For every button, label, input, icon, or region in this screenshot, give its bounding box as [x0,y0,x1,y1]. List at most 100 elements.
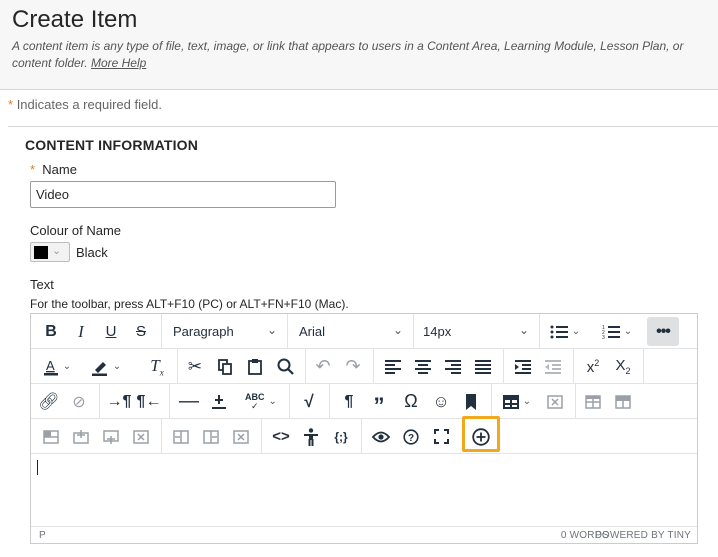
paste-button[interactable] [241,352,269,381]
subscript-icon: X2 [615,357,631,376]
copy-icon [218,358,232,375]
insert-row-before-button[interactable] [67,422,95,451]
svg-text:3: 3 [602,335,605,340]
underline-button[interactable]: U [97,317,125,346]
indent-icon [515,359,531,374]
toolbar-separator [573,349,574,384]
delete-col-button[interactable] [227,422,255,451]
indent-button[interactable] [509,352,537,381]
help-button[interactable]: ? [397,422,425,451]
scissors-icon: ✂ [187,356,203,376]
font-size-dropdown[interactable]: 14px ⌄ [417,317,535,346]
fullscreen-icon [433,429,449,444]
emoticons-button[interactable]: ☺ [427,387,455,416]
ellipsis-icon: ••• [656,322,671,340]
redo-button[interactable]: ↷ [339,352,367,381]
table-row-props-button[interactable] [37,422,65,451]
name-label-row: * Name [30,162,77,177]
table-button[interactable]: ⌄ [497,387,537,416]
table-props-button[interactable] [579,387,607,416]
page-header: Create Item A content item is any type o… [0,0,718,90]
table-grid-icon [585,394,601,409]
section-title: CONTENT INFORMATION [25,137,199,153]
insert-template-button[interactable]: {;} [327,422,355,451]
undo-icon: ↶ [315,356,331,376]
toolbar-separator [99,384,100,419]
element-path[interactable]: P [39,530,46,541]
superscript-button[interactable]: x2 [579,352,607,381]
omega-icon: Ω [404,391,418,411]
remove-link-button[interactable]: ⊘ [65,387,93,416]
required-field-note: * Indicates a required field. [8,97,162,112]
insert-col-after-button[interactable] [197,422,225,451]
insert-col-before-button[interactable] [167,422,195,451]
clear-formatting-icon: Tx [150,355,164,378]
insert-anchor-button[interactable] [205,387,233,416]
delete-row-button[interactable] [127,422,155,451]
paragraph-icon: ¶ [344,392,354,410]
bullet-list-button[interactable]: ⌄ [543,317,587,346]
undo-button[interactable]: ↶ [309,352,337,381]
insert-row-after-button[interactable] [97,422,125,451]
copy-button[interactable] [211,352,239,381]
underline-icon: U [105,323,117,340]
align-center-icon [415,359,431,374]
numbered-list-button[interactable]: 123 ⌄ [595,317,639,346]
colour-label: Colour of Name [30,223,122,238]
more-tools-button[interactable]: ••• [647,317,679,346]
colour-value: Black [76,245,108,260]
blockquote-button[interactable]: ” [365,387,393,416]
show-blocks-button[interactable]: ¶ [335,387,363,416]
italic-button[interactable]: I [67,317,95,346]
spellcheck-button[interactable]: ABC ✓ ⌄ [237,387,285,416]
font-family-dropdown[interactable]: Arial ⌄ [291,317,409,346]
toolbar-separator [361,419,362,454]
left-to-right-icon: →¶ [106,392,132,410]
font-family-value: Arial [299,324,326,339]
more-help-link[interactable]: More Help [91,56,146,70]
right-to-left-icon: ¶← [136,392,162,410]
align-left-button[interactable] [379,352,407,381]
align-center-button[interactable] [409,352,437,381]
bookmark-button[interactable] [457,387,485,416]
table-cell-button[interactable] [609,387,637,416]
toolbar-row-4: <> {;} ? [31,416,697,454]
outdent-button[interactable] [539,352,567,381]
colour-picker[interactable]: ⌄ [30,242,70,262]
chevron-down-icon: ⌄ [522,396,532,407]
fullscreen-button[interactable] [427,422,455,451]
highlight-color-button[interactable]: ⌄ [85,352,127,381]
source-code-button[interactable]: <> [267,422,295,451]
eye-icon [372,431,390,443]
delete-table-button[interactable] [541,387,569,416]
align-justify-button[interactable] [469,352,497,381]
strikethrough-button[interactable]: S [127,317,155,346]
colour-swatch [34,246,48,259]
editor-content-area[interactable] [31,454,697,526]
name-input[interactable] [30,181,336,208]
clear-formatting-button[interactable]: Tx [143,352,171,381]
cut-button[interactable]: ✂ [181,352,209,381]
preview-button[interactable] [367,422,395,451]
insert-link-button[interactable]: 🔗︎ [35,387,63,416]
ltr-button[interactable]: →¶ [105,387,133,416]
toolbar-row-1: B I U S Paragraph ⌄ Arial ⌄ 14px ⌄ ⌄ 123… [31,314,697,349]
powered-by-link[interactable]: POWERED BY TINY [595,530,691,541]
block-format-dropdown[interactable]: Paragraph ⌄ [165,317,283,346]
math-button[interactable]: √ [295,387,323,416]
rtl-button[interactable]: ¶← [135,387,163,416]
toolbar-row-2: A ⌄ ⌄ Tx ✂ ↶ ↷ x2 X2 [31,349,697,384]
text-color-icon: A [43,358,59,376]
bold-button[interactable]: B [37,317,65,346]
accessibility-button[interactable] [297,422,325,451]
toolbar-separator [539,314,540,349]
horizontal-line-button[interactable]: — [175,387,203,416]
special-character-button[interactable]: Ω [397,387,425,416]
subscript-button[interactable]: X2 [609,352,637,381]
toolbar-separator [305,349,306,384]
text-color-button[interactable]: A ⌄ [37,352,77,381]
align-right-button[interactable] [439,352,467,381]
name-required-star: * [30,162,36,177]
bookmark-icon [465,393,477,410]
find-replace-button[interactable] [271,352,299,381]
